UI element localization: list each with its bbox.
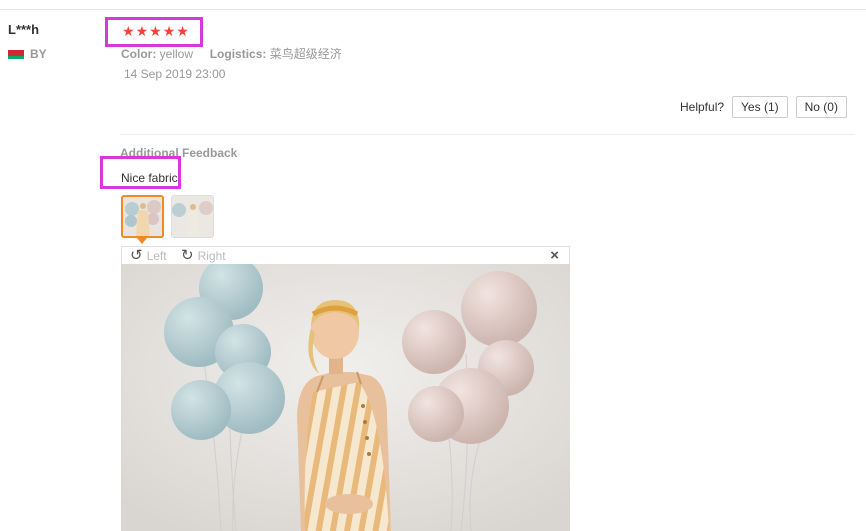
review-attributes: Color: yellow Logistics: 菜鸟超级经济	[121, 45, 342, 62]
thumbnail-image	[123, 197, 162, 236]
helpful-yes-button[interactable]: Yes (1)	[732, 96, 788, 118]
rotate-right-icon: ↻	[181, 247, 194, 264]
reviewer-name: L***h	[8, 22, 40, 37]
belarus-flag-icon	[8, 49, 24, 59]
close-icon[interactable]: ×	[550, 248, 559, 263]
review-date: 14 Sep 2019 23:00	[124, 67, 226, 81]
color-value: yellow	[159, 47, 194, 61]
viewer-toolbar: ↺ Left ↻ Right ×	[121, 246, 570, 265]
rotate-left-button[interactable]: ↺ Left	[130, 248, 167, 263]
helpful-no-button[interactable]: No (0)	[795, 96, 847, 118]
rotate-right-button[interactable]: ↻ Right	[181, 248, 226, 263]
rotate-left-label: Left	[146, 248, 167, 263]
rotate-right-label: Right	[197, 248, 226, 263]
logistics-value: 菜鸟超级经济	[269, 47, 342, 61]
feedback-thumbnail-1[interactable]	[121, 195, 164, 238]
review-photo	[121, 264, 570, 531]
helpful-section: Helpful? Yes (1) No (0)	[680, 96, 847, 118]
rotate-left-icon: ↺	[130, 247, 143, 264]
helpful-label: Helpful?	[680, 100, 725, 114]
section-divider	[120, 134, 855, 135]
rating-highlight-box	[105, 17, 203, 47]
color-key: Color:	[121, 47, 157, 61]
top-divider	[0, 9, 866, 10]
thumbnail-image	[172, 196, 213, 237]
feedback-highlight-box	[100, 156, 181, 189]
country-code: BY	[30, 47, 47, 61]
feedback-thumbnail-2[interactable]	[171, 195, 214, 238]
logistics-key: Logistics:	[209, 47, 267, 61]
selected-thumbnail-caret	[137, 238, 147, 244]
reviewer-country: BY	[8, 47, 47, 61]
image-viewer: ↺ Left ↻ Right ×	[121, 246, 570, 531]
